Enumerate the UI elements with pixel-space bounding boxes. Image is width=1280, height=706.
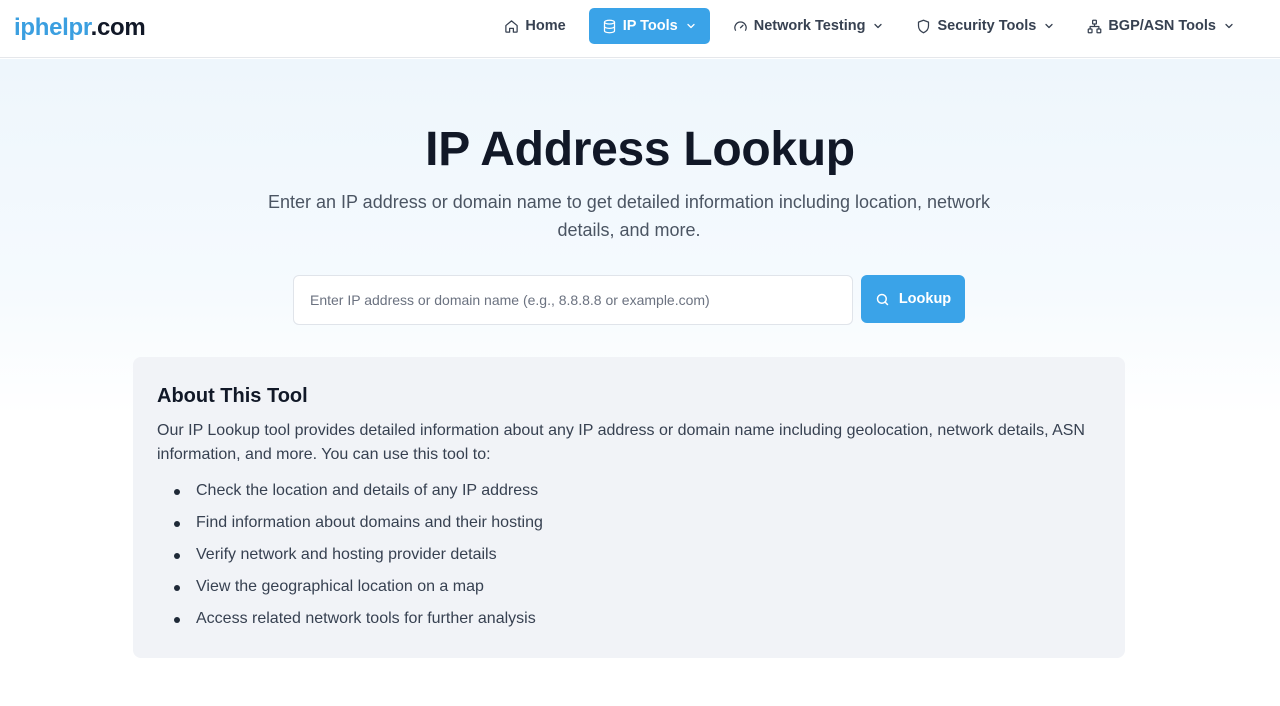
list-item: View the geographical location on a map xyxy=(174,575,1101,599)
page-subtitle: Enter an IP address or domain name to ge… xyxy=(267,192,991,240)
nav-network-testing-label: Network Testing xyxy=(753,18,866,34)
network-icon xyxy=(1087,19,1102,33)
nav-home[interactable]: Home xyxy=(495,8,574,44)
site-logo[interactable]: iphelpr.com xyxy=(14,14,146,42)
nav-security-tools[interactable]: Security Tools xyxy=(907,8,1064,44)
search-input[interactable] xyxy=(293,275,853,325)
nav-bgp-asn-tools[interactable]: BGP/ASN Tools xyxy=(1078,8,1244,44)
chevron-down-icon xyxy=(1045,23,1053,29)
nav-ip-tools-label: IP Tools xyxy=(622,18,678,34)
page-title: IP Address Lookup xyxy=(425,123,855,176)
nav-home-label: Home xyxy=(525,18,566,34)
chevron-down-icon xyxy=(687,23,695,29)
logo-brand: iphelpr xyxy=(14,14,91,41)
lookup-button[interactable]: Lookup xyxy=(861,275,965,323)
nav-network-testing[interactable]: Network Testing xyxy=(724,8,894,44)
search-icon xyxy=(876,293,889,305)
list-item: Check the location and details of any IP… xyxy=(174,479,1101,503)
lookup-button-label: Lookup xyxy=(898,291,952,307)
chevron-down-icon xyxy=(1225,23,1233,29)
shield-icon xyxy=(918,19,930,33)
site-header: iphelpr.com Home IP Tools Network Testin… xyxy=(0,0,1280,58)
main-nav: Home IP Tools Network Testing Security T… xyxy=(495,8,1244,44)
about-heading: About This Tool xyxy=(157,385,308,407)
list-item: Find information about domains and their… xyxy=(174,511,1101,535)
chevron-down-icon xyxy=(874,23,883,29)
about-panel: About This Tool Our IP Lookup tool provi… xyxy=(133,357,1125,658)
database-icon xyxy=(603,19,615,33)
logo-tld: .com xyxy=(90,14,146,41)
home-icon xyxy=(505,19,519,33)
nav-security-tools-label: Security Tools xyxy=(937,18,1037,34)
about-description: Our IP Lookup tool provides detailed inf… xyxy=(157,422,1085,463)
list-item: Verify network and hosting provider deta… xyxy=(174,543,1101,567)
list-item: Access related network tools for further… xyxy=(174,607,1101,631)
gauge-icon xyxy=(734,20,747,31)
nav-ip-tools[interactable]: IP Tools xyxy=(588,8,710,44)
nav-bgp-asn-tools-label: BGP/ASN Tools xyxy=(1108,18,1216,34)
about-feature-list: Check the location and details of any IP… xyxy=(157,479,1101,631)
